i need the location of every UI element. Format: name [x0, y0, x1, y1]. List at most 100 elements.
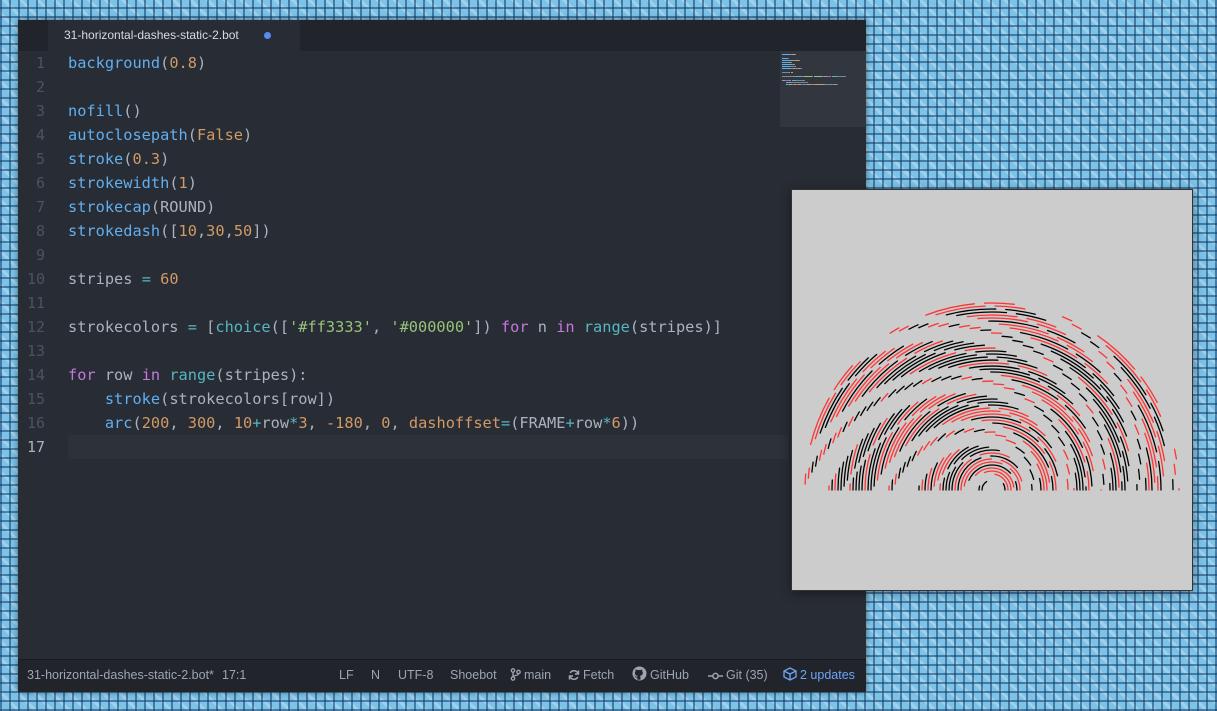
status-line-ending[interactable]: LF — [339, 660, 354, 691]
code-token: ) — [160, 150, 170, 168]
code-line[interactable]: stroke(strokecolors[row]) — [68, 387, 788, 411]
minimap-token — [789, 80, 791, 81]
code-token: * — [289, 414, 299, 432]
minimap-token — [782, 54, 791, 55]
code-line[interactable]: stroke(0.3) — [68, 147, 788, 171]
code-token: , — [215, 414, 234, 432]
minimap-token — [791, 72, 793, 73]
code-line[interactable]: strokecap(ROUND) — [68, 195, 788, 219]
code-token: row — [574, 414, 603, 432]
code-line[interactable]: arc(200, 300, 10+row*3, -180, 0, dashoff… — [68, 411, 788, 435]
code-token: = — [500, 414, 511, 432]
status-filename[interactable]: 31-horizontal-dashes-static-2.bot* — [27, 660, 214, 691]
line-number: 2 — [35, 78, 45, 96]
code-line[interactable]: strokedash([10,30,50]) — [68, 219, 788, 243]
status-git[interactable]: Git (35) — [708, 660, 768, 691]
status-updates[interactable]: 2 updates — [783, 660, 855, 691]
line-number: 17 — [26, 438, 45, 456]
code-token: (FRAME — [510, 414, 566, 432]
fetch-label: Fetch — [583, 668, 615, 682]
code-line[interactable] — [68, 243, 788, 267]
code-token: = — [141, 270, 151, 288]
code-line[interactable]: strokewidth(1) — [68, 171, 788, 195]
status-cursor-position[interactable]: 17:1 — [222, 660, 246, 691]
code-token: background — [68, 54, 161, 72]
minimap-token — [796, 80, 806, 81]
git-commit-icon — [708, 672, 723, 680]
minimap-token — [813, 76, 822, 77]
code-line[interactable] — [68, 435, 788, 459]
code-token: ]) — [252, 222, 271, 240]
code-token: for — [68, 366, 96, 384]
code-token: ([ — [160, 222, 179, 240]
branch-label: main — [524, 668, 552, 682]
unsaved-dot-icon[interactable] — [264, 32, 271, 39]
code-token: 3 — [298, 414, 308, 432]
status-branch[interactable]: main — [510, 660, 551, 691]
code-token: 50 — [233, 222, 253, 240]
code-token: dashoffset — [408, 414, 501, 432]
code-token: 0.8 — [169, 54, 197, 72]
code-token: '#ff3333' — [289, 318, 372, 336]
minimap-token — [836, 84, 838, 85]
status-fetch[interactable]: Fetch — [568, 660, 614, 691]
code-token: , — [371, 318, 391, 336]
code-token: (stripes)] — [629, 318, 722, 336]
minimap-token — [782, 68, 791, 69]
code-token: ( — [187, 126, 197, 144]
code-line[interactable]: stripes = 60 — [68, 267, 788, 291]
line-number: 4 — [35, 126, 45, 144]
code-token: for — [500, 318, 529, 336]
code-line[interactable]: background(0.8) — [68, 51, 788, 75]
code-token: stroke — [104, 390, 161, 408]
code-token: range — [583, 318, 630, 336]
code-token: n — [528, 318, 557, 336]
code-line[interactable]: nofill() — [68, 99, 788, 123]
git-label: Git (35) — [726, 668, 768, 682]
code-line[interactable]: strokecolors = [choice(['#ff3333', '#000… — [68, 315, 788, 339]
code-token: 0.3 — [132, 150, 161, 168]
code-token: arc — [104, 414, 133, 432]
code-token: row — [95, 366, 142, 384]
minimap-token — [799, 60, 801, 61]
code-token: strokecap — [68, 198, 151, 216]
git-branch-icon — [510, 668, 521, 681]
code-line[interactable] — [68, 339, 788, 363]
minimap-token — [800, 68, 802, 69]
code-token: autoclosepath — [68, 126, 188, 144]
code-line[interactable]: autoclosepath(False) — [68, 123, 788, 147]
code-token: nofill — [68, 102, 124, 120]
editor-tab[interactable]: 31-horizontal-dashes-static-2.bot — [48, 20, 300, 51]
code-line[interactable]: for row in range(stripes): — [68, 363, 788, 387]
status-github[interactable]: GitHub — [632, 660, 689, 691]
minimap-token — [782, 60, 794, 61]
code-line[interactable] — [68, 75, 788, 99]
status-indent[interactable]: N — [371, 660, 380, 691]
code-token: ( — [160, 54, 170, 72]
minimap-token — [782, 64, 792, 65]
status-grammar[interactable]: Shoebot — [450, 660, 497, 691]
line-number: 3 — [35, 102, 45, 120]
code-area[interactable]: background(0.8) nofill() autoclosepath(Fal… — [68, 51, 788, 459]
code-token: 10 — [233, 414, 253, 432]
code-token: , — [390, 414, 409, 432]
minimap-token — [791, 62, 792, 63]
code-token: 30 — [206, 222, 225, 240]
code-token: 1 — [178, 174, 188, 192]
minimap[interactable] — [780, 51, 866, 127]
code-line[interactable] — [68, 291, 788, 315]
status-bar: 31-horizontal-dashes-static-2.bot* 17:1 … — [18, 659, 866, 692]
tab-title[interactable]: 31-horizontal-dashes-static-2.bot — [64, 20, 239, 51]
github-label: GitHub — [650, 668, 689, 682]
code-token: , — [307, 414, 326, 432]
code-token: () — [123, 102, 142, 120]
minimap-token — [782, 72, 790, 73]
minimap-token — [836, 76, 846, 77]
code-token: (stripes): — [215, 366, 308, 384]
status-encoding[interactable]: UTF-8 — [398, 660, 433, 691]
code-token: 300 — [187, 414, 216, 432]
